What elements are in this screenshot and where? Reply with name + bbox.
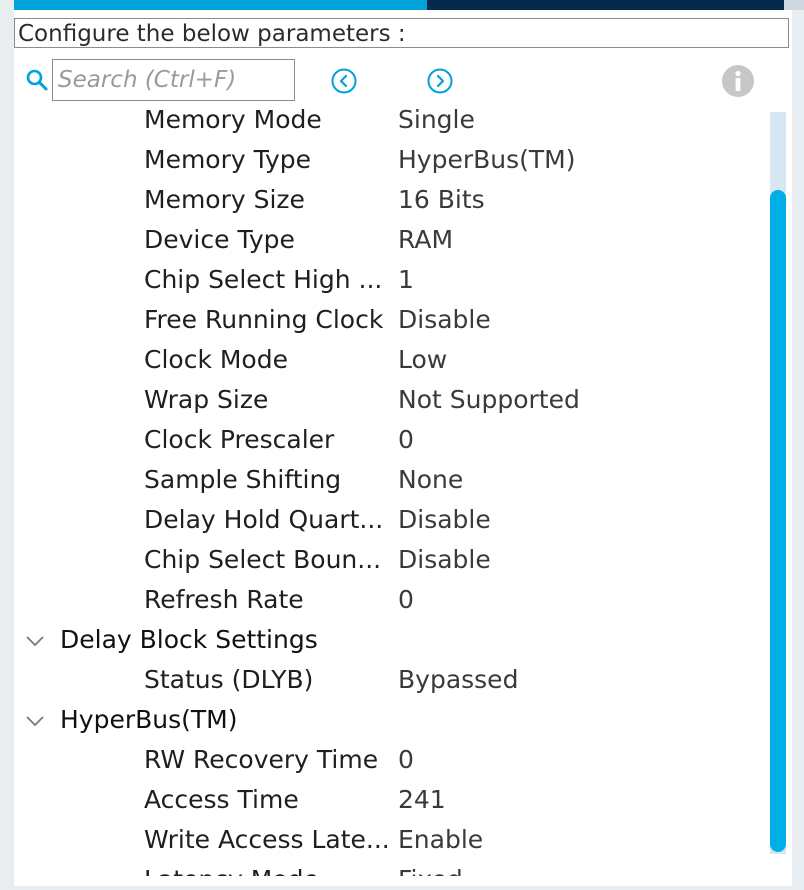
param-value: 1 [398,265,414,294]
param-value: Single [398,106,475,134]
param-row[interactable]: RW Recovery Time 0 [14,740,770,780]
search-icon [26,69,48,91]
param-row[interactable]: Memory Type HyperBus(TM) [14,140,770,180]
chevron-down-icon[interactable] [24,710,46,732]
param-value: 16 Bits [398,185,485,214]
param-value: Not Supported [398,385,580,414]
param-label: Chip Select High ... [144,265,383,294]
group-title: HyperBus(TM) [60,705,238,734]
param-label: Write Access Late... [144,825,390,854]
info-icon[interactable] [721,64,755,98]
param-row[interactable]: Status (DLYB) Bypassed [14,660,770,700]
scrollbar-thumb[interactable] [770,190,786,852]
param-row[interactable]: Clock Mode Low [14,340,770,380]
param-label: Wrap Size [144,385,269,414]
param-label: Delay Hold Quart... [144,505,384,534]
param-label: Latency Mode [144,860,394,876]
param-label: Free Running Clock [144,305,384,334]
group-hyperbus[interactable]: HyperBus(TM) [14,700,770,740]
param-value: Enable [398,825,484,854]
param-row[interactable]: Chip Select High ... 1 [14,260,770,300]
param-row[interactable]: Device Type RAM [14,220,770,260]
param-row[interactable]: Delay Hold Quart... Disable [14,500,770,540]
param-value: 0 [398,745,414,774]
param-row[interactable]: Wrap Size Not Supported [14,380,770,420]
param-value: Disable [398,305,491,334]
param-row[interactable]: Latency Mode Fixed [14,860,770,876]
search-input[interactable] [52,59,295,101]
param-label: Access Time [144,785,299,814]
param-value: Fixed [398,860,463,876]
next-match-icon[interactable] [426,67,454,95]
param-label: Memory Size [144,185,305,214]
param-value: Low [398,345,448,374]
param-value: Disable [398,545,491,574]
param-label: Memory Type [144,145,312,174]
param-value: RAM [398,225,454,254]
param-label: Clock Prescaler [144,425,335,454]
param-label: Chip Select Boun... [144,545,382,574]
param-row[interactable]: Clock Prescaler 0 [14,420,770,460]
param-value: None [398,465,464,494]
param-value: Bypassed [398,665,519,694]
param-label: Status (DLYB) [144,665,314,694]
chevron-down-icon[interactable] [24,630,46,652]
group-delay-block-settings[interactable]: Delay Block Settings [14,620,770,660]
previous-match-icon[interactable] [330,67,358,95]
config-prompt: Configure the below parameters : [14,18,789,48]
param-value: Disable [398,505,491,534]
tab-inactive[interactable] [427,0,784,10]
param-label: Refresh Rate [144,585,304,614]
param-row[interactable]: Write Access Late... Enable [14,820,770,860]
param-row[interactable]: Memory Mode Single [14,106,770,140]
param-label: Sample Shifting [144,465,342,494]
param-row[interactable]: Refresh Rate 0 [14,580,770,620]
param-value: 0 [398,425,414,454]
tab-active[interactable] [14,0,427,10]
parameter-list: Memory Mode Single Memory Type HyperBus(… [14,106,770,876]
param-row[interactable]: Free Running Clock Disable [14,300,770,340]
param-row[interactable]: Access Time 241 [14,780,770,820]
param-row[interactable]: Sample Shifting None [14,460,770,500]
param-value: 0 [398,585,414,614]
param-label: Device Type [144,225,295,254]
tab-strip [0,0,804,10]
param-row[interactable]: Chip Select Boun... Disable [14,540,770,580]
param-value: 241 [398,785,446,814]
param-label: Memory Mode [144,106,322,134]
tab-strip-edge [784,0,804,10]
param-value: HyperBus(TM) [398,145,576,174]
param-label: RW Recovery Time [144,745,379,774]
param-row[interactable]: Memory Size 16 Bits [14,180,770,220]
param-label: Clock Mode [144,345,288,374]
group-title: Delay Block Settings [60,625,318,654]
